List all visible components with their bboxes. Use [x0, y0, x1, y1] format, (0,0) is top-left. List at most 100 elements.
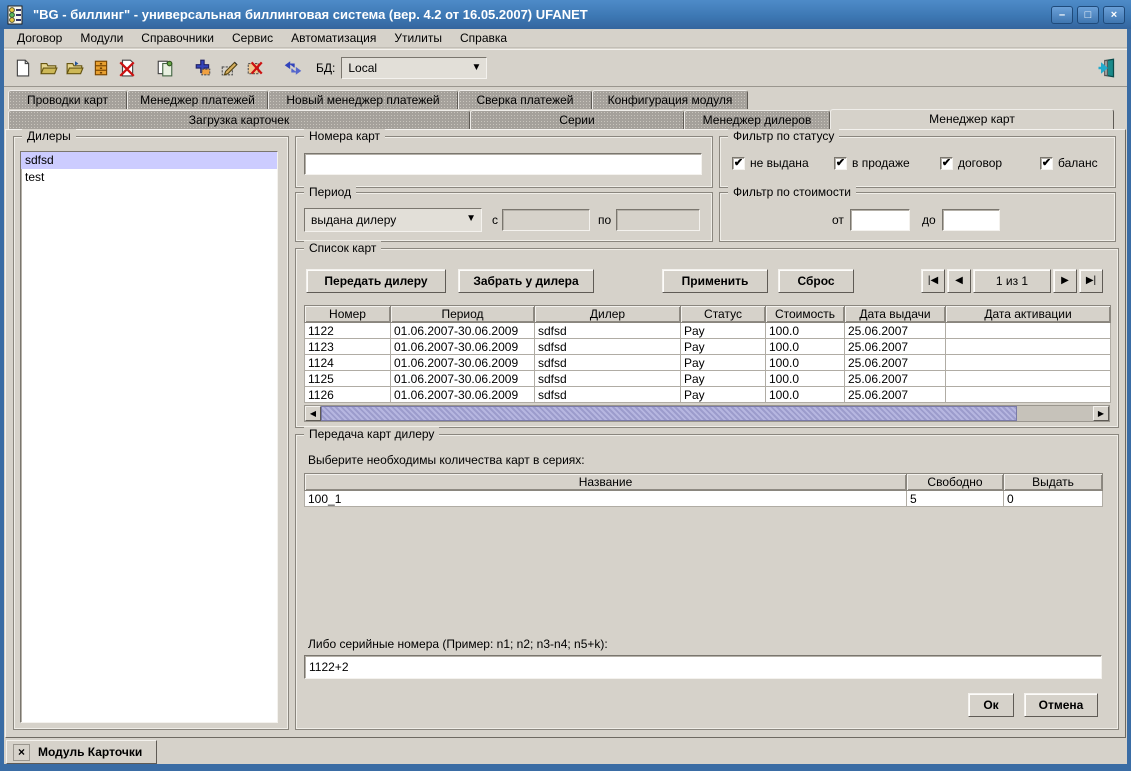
scrollbar-thumb[interactable] — [321, 406, 1017, 421]
transfer-to-dealer-button[interactable]: Передать дилеру — [306, 269, 446, 293]
remove-item-icon[interactable] — [242, 55, 268, 81]
db-select[interactable]: Local ▼ — [341, 57, 487, 79]
tab-series[interactable]: Серии — [470, 110, 684, 129]
add-item-icon[interactable] — [190, 55, 216, 81]
column-header[interactable]: Название — [305, 474, 907, 491]
cell: 01.06.2007-30.06.2009 — [391, 355, 535, 371]
column-header[interactable]: Дата выдачи — [845, 306, 946, 323]
period-select[interactable]: выдана дилеру ▼ — [304, 208, 482, 232]
tab-payment-manager[interactable]: Менеджер платежей — [127, 90, 268, 109]
edit-item-icon[interactable] — [216, 55, 242, 81]
checkbox-not-issued-label: не выдана — [750, 156, 809, 170]
refresh-icon[interactable] — [280, 55, 306, 81]
checkbox-balance[interactable]: ✔ баланс — [1040, 156, 1098, 170]
menu-contract[interactable]: Договор — [8, 30, 71, 46]
ok-button[interactable]: Ок — [968, 693, 1014, 717]
table-row[interactable]: 100_1 5 0 — [305, 491, 1103, 507]
cell — [946, 339, 1111, 355]
menu-help[interactable]: Справка — [451, 30, 516, 46]
page-prev-button[interactable]: ◀ — [947, 269, 971, 293]
cost-from-input[interactable] — [850, 209, 910, 231]
minimize-button[interactable]: – — [1051, 6, 1073, 24]
page-last-button[interactable]: ▶| — [1079, 269, 1103, 293]
column-header[interactable]: Дата активации — [946, 306, 1111, 323]
cell: 100.0 — [766, 355, 845, 371]
period-to-input[interactable] — [616, 209, 700, 231]
column-header[interactable]: Выдать — [1004, 474, 1103, 491]
column-header[interactable]: Стоимость — [766, 306, 845, 323]
open-folder-icon[interactable] — [36, 55, 62, 81]
cost-to-label: до — [922, 213, 936, 227]
serial-numbers-input[interactable] — [304, 655, 1102, 679]
period-from-input[interactable] — [502, 209, 590, 231]
scroll-right-icon[interactable]: ▶ — [1093, 406, 1109, 421]
tab-card-manager[interactable]: Менеджер карт — [830, 109, 1114, 129]
column-header[interactable]: Номер — [305, 306, 391, 323]
cell-editable[interactable]: 0 — [1004, 491, 1103, 507]
series-table-header: Название Свободно Выдать — [305, 474, 1103, 491]
table-row[interactable]: 112201.06.2007-30.06.2009sdfsdPay100.025… — [305, 323, 1111, 339]
maximize-button[interactable]: □ — [1077, 6, 1099, 24]
checkbox-balance-label: баланс — [1058, 156, 1098, 170]
card-numbers-input[interactable] — [304, 153, 702, 175]
checkbox-not-issued[interactable]: ✔ не выдана — [732, 156, 809, 170]
tab-dealer-manager[interactable]: Менеджер дилеров — [684, 110, 830, 129]
check-icon: ✔ — [834, 157, 847, 170]
column-header[interactable]: Свободно — [907, 474, 1004, 491]
import-folder-icon[interactable] — [62, 55, 88, 81]
tab-module-configuration[interactable]: Конфигурация модуля — [592, 90, 748, 109]
cost-to-input[interactable] — [942, 209, 1000, 231]
transfer-group: Передача карт дилеру Выберите необходимы… — [295, 434, 1119, 730]
menu-service[interactable]: Сервис — [223, 30, 282, 46]
take-from-dealer-button[interactable]: Забрать у дилера — [458, 269, 594, 293]
column-header[interactable]: Дилер — [535, 306, 681, 323]
table-row[interactable]: 112501.06.2007-30.06.2009sdfsdPay100.025… — [305, 371, 1111, 387]
close-module-icon[interactable]: × — [13, 744, 30, 761]
cell: 100.0 — [766, 339, 845, 355]
cell: 1125 — [305, 371, 391, 387]
cost-filter-group: Фильтр по стоимости от до — [719, 192, 1116, 242]
list-item[interactable]: sdfsd — [21, 152, 277, 169]
scroll-left-icon[interactable]: ◀ — [305, 406, 321, 421]
table-row[interactable]: 112401.06.2007-30.06.2009sdfsdPay100.025… — [305, 355, 1111, 371]
cell: Pay — [681, 323, 766, 339]
page-first-button[interactable]: |◀ — [921, 269, 945, 293]
copy-document-icon[interactable] — [152, 55, 178, 81]
cancel-button[interactable]: Отмена — [1024, 693, 1098, 717]
menu-utilities[interactable]: Утилиты — [385, 30, 451, 46]
check-icon: ✔ — [940, 157, 953, 170]
checkbox-on-sale[interactable]: ✔ в продаже — [834, 156, 910, 170]
tab-card-loading[interactable]: Загрузка карточек — [8, 110, 470, 129]
table-row[interactable]: 112601.06.2007-30.06.2009sdfsdPay100.025… — [305, 387, 1111, 403]
menu-bar: Договор Модули Справочники Сервис Автома… — [4, 29, 1127, 48]
dealers-group: Дилеры sdfsd test — [13, 136, 289, 730]
checkbox-contract[interactable]: ✔ договор — [940, 156, 1002, 170]
chevron-down-icon: ▼ — [466, 213, 476, 224]
exit-icon[interactable] — [1093, 55, 1119, 81]
period-to-label: по — [598, 213, 611, 227]
menu-automation[interactable]: Автоматизация — [282, 30, 385, 46]
cell: 1126 — [305, 387, 391, 403]
table-row[interactable]: 112301.06.2007-30.06.2009sdfsdPay100.025… — [305, 339, 1111, 355]
card-file-icon[interactable] — [88, 55, 114, 81]
column-header[interactable]: Статус — [681, 306, 766, 323]
dealers-list: sdfsd test — [20, 151, 278, 723]
table-horizontal-scrollbar: ◀ ▶ — [304, 405, 1110, 422]
period-group: Период выдана дилеру ▼ с по — [295, 192, 713, 242]
menu-modules[interactable]: Модули — [71, 30, 132, 46]
cost-filter-group-title: Фильтр по стоимости — [728, 185, 856, 199]
close-button[interactable]: × — [1103, 6, 1125, 24]
delete-document-icon[interactable] — [114, 55, 140, 81]
new-document-icon[interactable] — [10, 55, 36, 81]
tab-new-payment-manager[interactable]: Новый менеджер платежей — [268, 90, 458, 109]
tab-module-cards[interactable]: × Модуль Карточки — [6, 740, 157, 764]
menu-references[interactable]: Справочники — [132, 30, 223, 46]
tab-card-postings[interactable]: Проводки карт — [8, 90, 127, 109]
column-header[interactable]: Период — [391, 306, 535, 323]
list-item[interactable]: test — [21, 169, 277, 186]
cell: 100_1 — [305, 491, 907, 507]
tab-payment-reconciliation[interactable]: Сверка платежей — [458, 90, 592, 109]
page-next-button[interactable]: ▶ — [1053, 269, 1077, 293]
reset-button[interactable]: Сброс — [778, 269, 854, 293]
apply-button[interactable]: Применить — [662, 269, 768, 293]
